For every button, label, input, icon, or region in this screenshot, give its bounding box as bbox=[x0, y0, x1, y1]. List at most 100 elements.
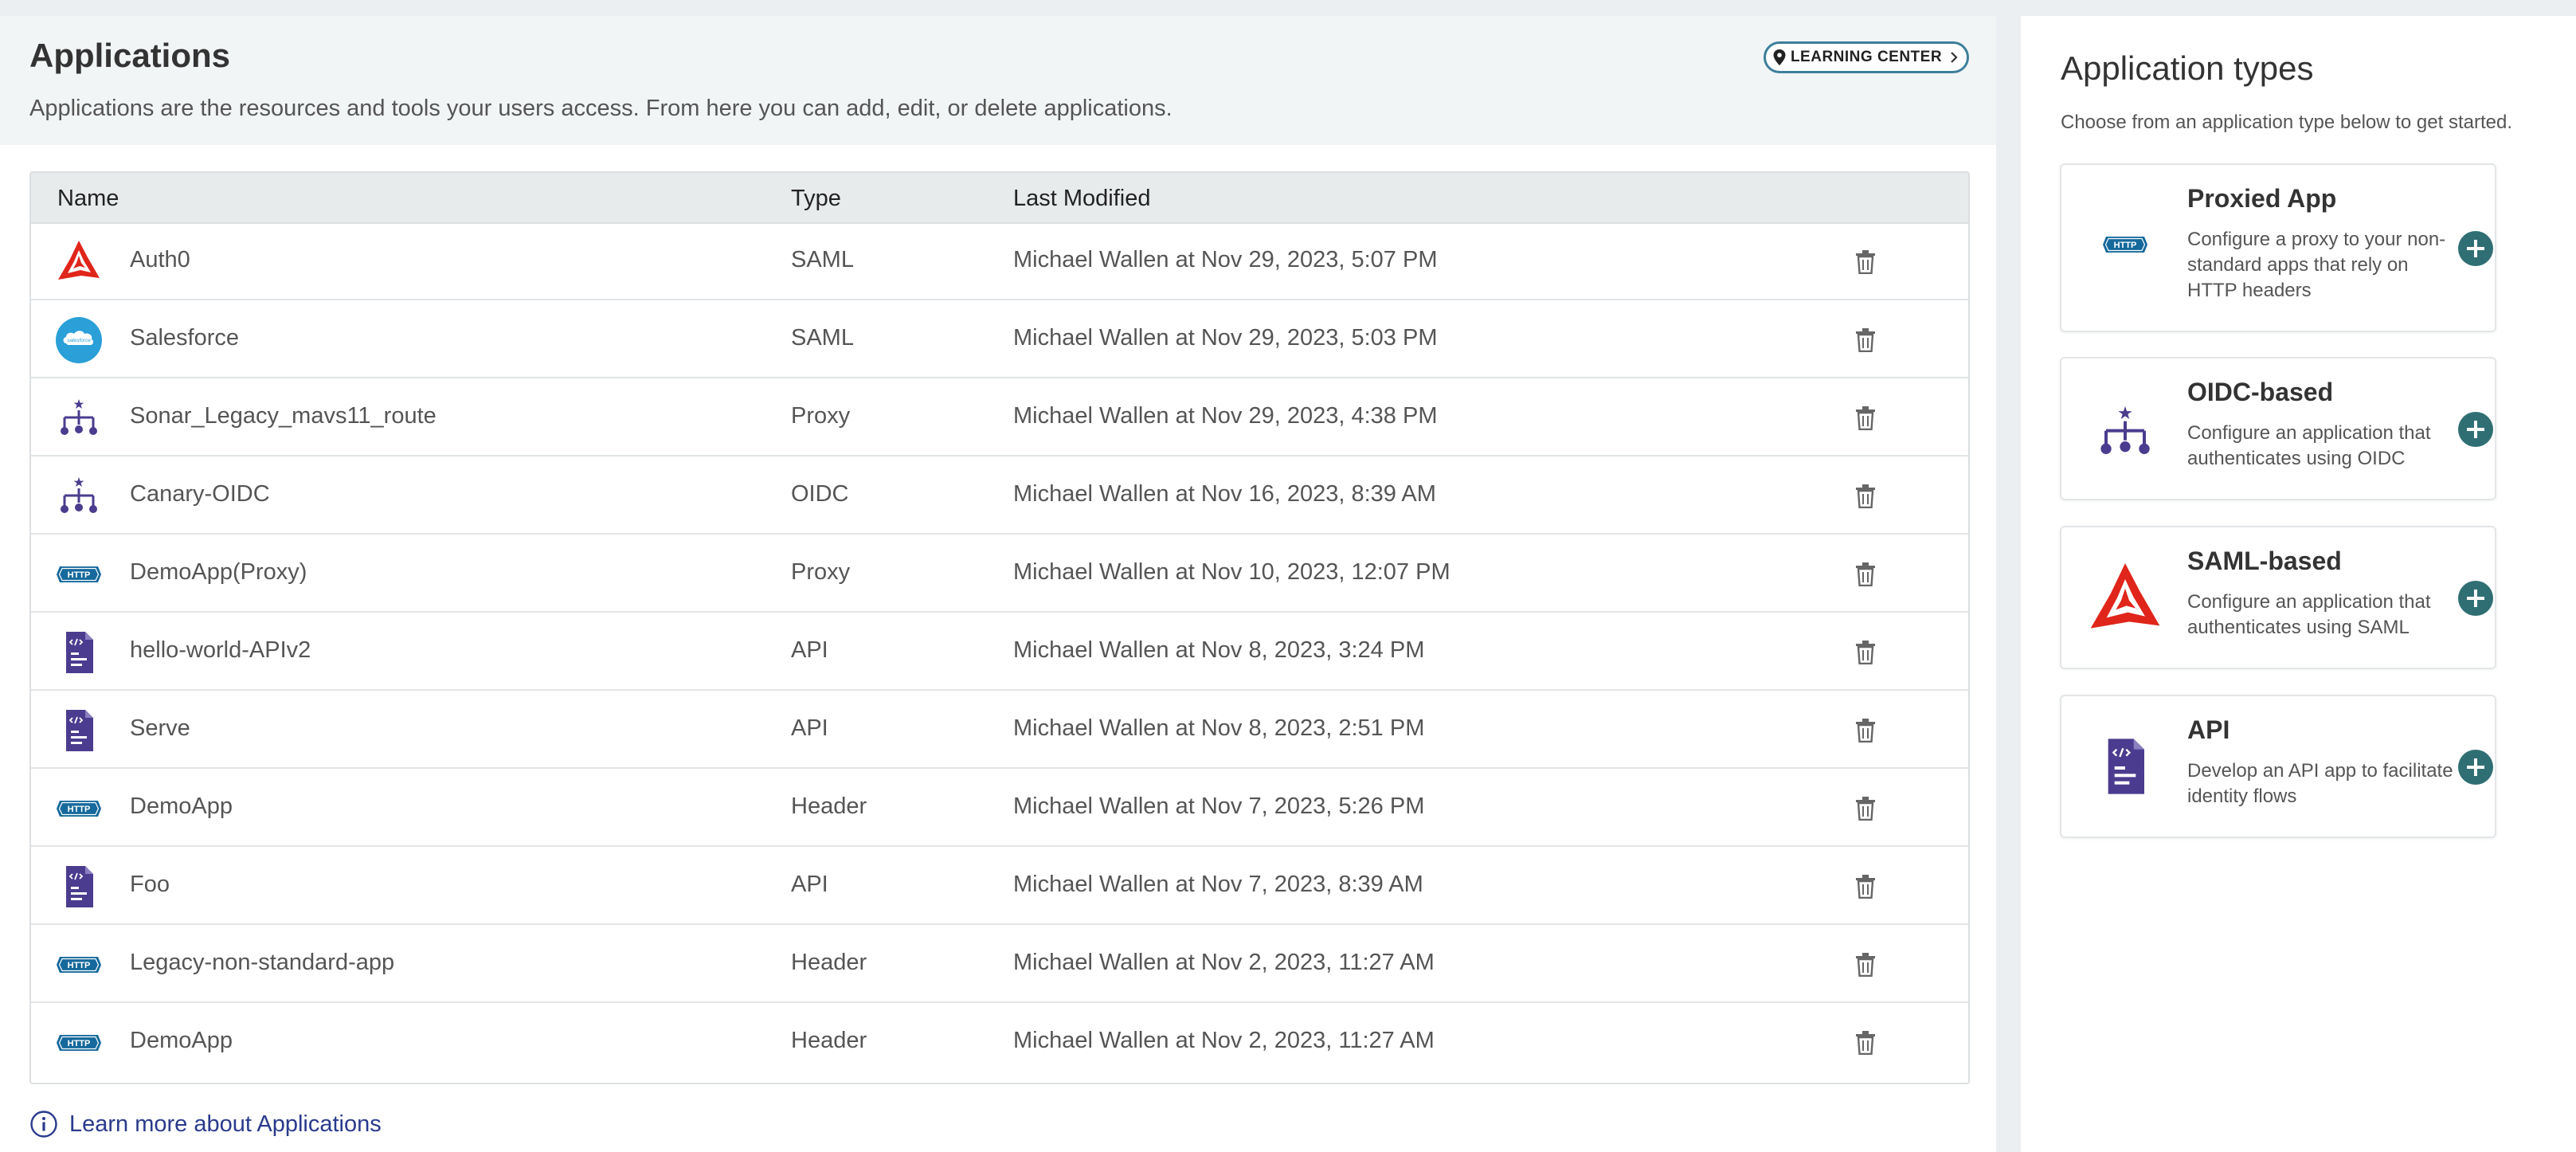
trash-icon[interactable] bbox=[1855, 406, 1876, 430]
svg-text:salesforce: salesforce bbox=[67, 338, 91, 343]
app-type-card[interactable]: HTTP Proxied App Configure a proxy to you… bbox=[2060, 163, 2496, 332]
app-type-description: Configure an application that authentica… bbox=[2187, 591, 2431, 638]
auth0-logo-icon bbox=[2090, 563, 2160, 629]
table-row[interactable]: Canary-OIDC OIDC Michael Wallen at Nov 16,… bbox=[31, 456, 1968, 535]
app-type: OIDC bbox=[791, 481, 849, 507]
oidc-icon bbox=[2100, 406, 2150, 454]
svg-text:HTTP: HTTP bbox=[68, 1039, 91, 1048]
trash-icon[interactable] bbox=[1855, 328, 1876, 352]
salesforce-logo-icon: salesforce bbox=[56, 317, 102, 363]
table-row[interactable]: salesforce Salesforce SAML Michael Wallen … bbox=[31, 300, 1968, 378]
app-type: Header bbox=[791, 793, 867, 819]
application-types-panel: Application types Choose from an applica… bbox=[2021, 16, 2576, 1152]
trash-icon[interactable] bbox=[1855, 562, 1876, 586]
app-last-modified: Michael Wallen at Nov 16, 2023, 8:39 AM bbox=[1013, 481, 1436, 507]
app-type-title: Proxied App bbox=[2187, 184, 2337, 213]
table-header: Name Type Last Modified bbox=[31, 173, 1968, 224]
app-last-modified: Michael Wallen at Nov 2, 2023, 11:27 AM bbox=[1013, 950, 1435, 975]
trash-icon[interactable] bbox=[1855, 641, 1876, 664]
app-type: Proxy bbox=[791, 403, 851, 429]
api-document-icon bbox=[2108, 739, 2144, 794]
app-last-modified: Michael Wallen at Nov 7, 2023, 8:39 AM bbox=[1013, 872, 1423, 897]
trash-icon[interactable] bbox=[1855, 875, 1876, 899]
app-type: Header bbox=[791, 950, 867, 975]
add-circle-icon[interactable] bbox=[2457, 411, 2494, 448]
http-icon: HTTP bbox=[57, 957, 101, 973]
applications-table: Name Type Last Modified Auth0 SAML Michael… bbox=[29, 171, 1970, 1084]
app-name[interactable]: Canary-OIDC bbox=[130, 481, 270, 507]
trash-icon[interactable] bbox=[1855, 484, 1876, 508]
svg-text:HTTP: HTTP bbox=[68, 961, 91, 970]
app-last-modified: Michael Wallen at Nov 29, 2023, 5:03 PM bbox=[1013, 325, 1438, 351]
application-types-title: Application types bbox=[2061, 49, 2314, 87]
trash-icon[interactable] bbox=[1855, 953, 1876, 977]
table-row[interactable]: Foo API Michael Wallen at Nov 7, 2023, 8:3… bbox=[31, 847, 1968, 925]
table-row[interactable]: HTTP DemoApp Header Michael Wallen at Nov … bbox=[31, 769, 1968, 847]
app-last-modified: Michael Wallen at Nov 10, 2023, 12:07 PM bbox=[1013, 559, 1450, 585]
app-name[interactable]: Auth0 bbox=[130, 247, 190, 273]
table-row[interactable]: HTTP DemoApp(Proxy) Proxy Michael Wallen a… bbox=[31, 535, 1968, 613]
page-header: Applications Applications are the resour… bbox=[0, 16, 1996, 145]
trash-icon[interactable] bbox=[1855, 797, 1876, 821]
app-name[interactable]: DemoApp bbox=[130, 1028, 233, 1054]
app-type-title: OIDC-based bbox=[2187, 378, 2334, 406]
svg-text:HTTP: HTTP bbox=[68, 570, 91, 580]
app-name[interactable]: Serve bbox=[130, 715, 190, 742]
app-name[interactable]: DemoApp(Proxy) bbox=[130, 559, 307, 586]
app-last-modified: Michael Wallen at Nov 8, 2023, 3:24 PM bbox=[1013, 637, 1425, 663]
app-type-card[interactable]: OIDC-based Configure an application that … bbox=[2060, 357, 2496, 500]
table-row[interactable]: HTTP Legacy-non-standard-app Header Michae… bbox=[31, 925, 1968, 1003]
app-name[interactable]: Legacy-non-standard-app bbox=[130, 950, 394, 976]
app-type: Proxy bbox=[791, 559, 851, 585]
column-header-type[interactable]: Type bbox=[791, 186, 841, 212]
table-row[interactable]: Sonar_Legacy_mavs11_route Proxy Michael Wa… bbox=[31, 378, 1968, 456]
app-type-title: SAML-based bbox=[2187, 547, 2342, 575]
app-name[interactable]: Foo bbox=[130, 872, 170, 898]
api-document-icon bbox=[66, 866, 93, 907]
oidc-icon bbox=[61, 399, 97, 435]
add-circle-icon[interactable] bbox=[2457, 230, 2494, 267]
app-type-title: API bbox=[2187, 715, 2230, 744]
app-name[interactable]: Sonar_Legacy_mavs11_route bbox=[130, 403, 437, 429]
trash-icon[interactable] bbox=[1855, 1031, 1876, 1055]
app-type: SAML bbox=[791, 325, 854, 351]
app-type: Header bbox=[791, 1028, 867, 1053]
oidc-icon bbox=[61, 477, 97, 513]
app-name[interactable]: hello-world-APIv2 bbox=[130, 637, 311, 664]
learn-more-link[interactable]: Learn more about Applications bbox=[29, 1110, 382, 1138]
column-header-last-modified[interactable]: Last Modified bbox=[1013, 186, 1151, 212]
http-icon: HTTP bbox=[57, 801, 101, 817]
http-icon: HTTP bbox=[57, 566, 101, 582]
page-description: Applications are the resources and tools… bbox=[29, 96, 1173, 121]
chevron-right-icon bbox=[1951, 52, 1958, 63]
http-icon: HTTP bbox=[2103, 237, 2147, 253]
column-header-name[interactable]: Name bbox=[57, 186, 119, 212]
application-types-description: Choose from an application type below to… bbox=[2061, 112, 2512, 133]
app-last-modified: Michael Wallen at Nov 8, 2023, 2:51 PM bbox=[1013, 715, 1425, 741]
trash-icon[interactable] bbox=[1855, 719, 1876, 743]
learn-more-label: Learn more about Applications bbox=[69, 1111, 382, 1137]
table-row[interactable]: Auth0 SAML Michael Wallen at Nov 29, 2023,… bbox=[31, 222, 1968, 300]
app-type-card[interactable]: SAML-based Configure an application that … bbox=[2060, 526, 2496, 669]
app-type-description: Configure a proxy to your non-standard a… bbox=[2187, 229, 2446, 301]
app-type: API bbox=[791, 872, 828, 897]
app-last-modified: Michael Wallen at Nov 29, 2023, 4:38 PM bbox=[1013, 403, 1438, 429]
page-title: Applications bbox=[29, 37, 231, 74]
learning-center-button[interactable]: LEARNING CENTER bbox=[1764, 41, 1969, 73]
app-last-modified: Michael Wallen at Nov 7, 2023, 5:26 PM bbox=[1013, 793, 1425, 819]
applications-panel: Applications Applications are the resour… bbox=[0, 16, 1996, 1152]
table-row[interactable]: Serve API Michael Wallen at Nov 8, 2023, 2… bbox=[31, 691, 1968, 769]
app-type-card[interactable]: API Develop an API app to facilitate iden… bbox=[2060, 695, 2496, 838]
app-name[interactable]: Salesforce bbox=[130, 325, 239, 351]
app-name[interactable]: DemoApp bbox=[130, 793, 233, 820]
add-circle-icon[interactable] bbox=[2457, 580, 2494, 617]
svg-text:HTTP: HTTP bbox=[68, 805, 91, 814]
trash-icon[interactable] bbox=[1855, 250, 1876, 274]
table-row[interactable]: hello-world-APIv2 API Michael Wallen at No… bbox=[31, 613, 1968, 691]
learning-center-label: LEARNING CENTER bbox=[1790, 49, 1943, 65]
add-circle-icon[interactable] bbox=[2457, 749, 2494, 786]
app-last-modified: Michael Wallen at Nov 29, 2023, 5:07 PM bbox=[1013, 247, 1438, 272]
svg-text:HTTP: HTTP bbox=[2114, 241, 2137, 250]
info-icon bbox=[30, 1111, 57, 1138]
table-row[interactable]: HTTP DemoApp Header Michael Wallen at Nov … bbox=[31, 1003, 1968, 1081]
